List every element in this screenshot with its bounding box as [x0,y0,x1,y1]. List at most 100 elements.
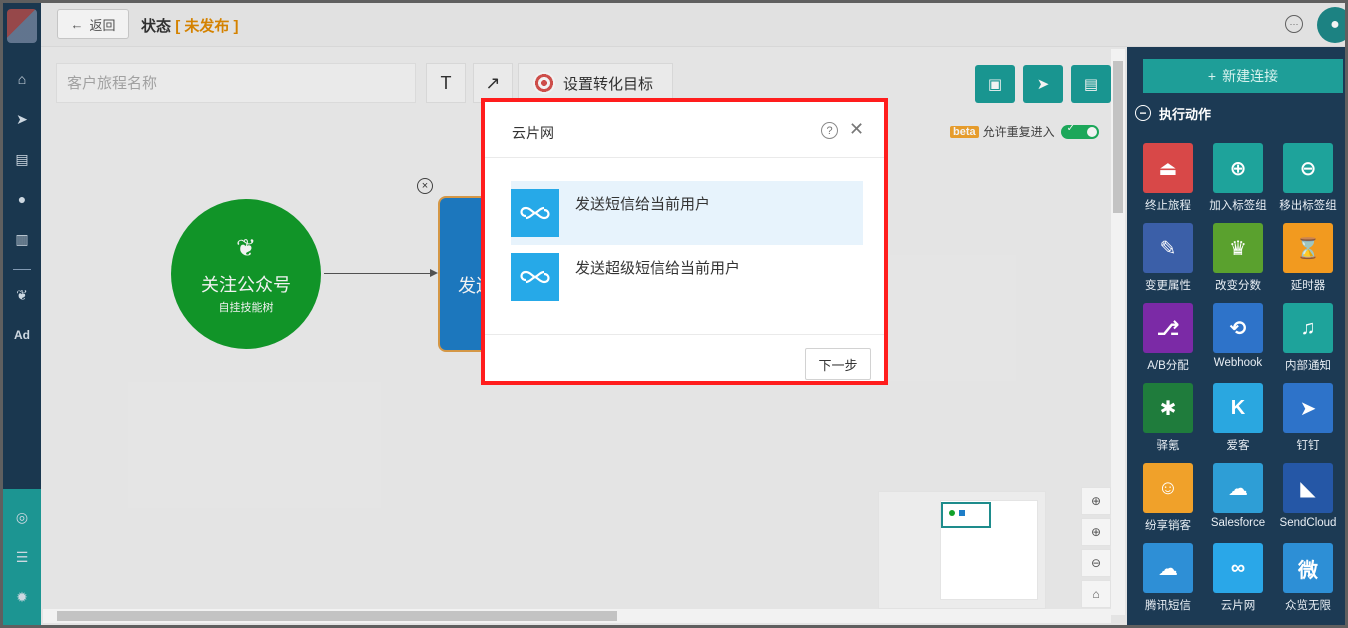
user-add-icon: ⊕ [1213,143,1263,193]
sendcloud-icon: ◣ [1283,463,1333,513]
new-connection-button[interactable]: + 新建连接 [1143,59,1343,93]
zoom-in-icon[interactable]: ⊕ [1081,518,1111,546]
action-tile[interactable]: ☺ 纷享销客 [1133,463,1203,543]
modal-header: 云片网 ? ✕ [485,102,884,158]
action-tile[interactable]: ♛ 改变分数 [1203,223,1273,303]
scroll-thumb[interactable] [1113,61,1123,213]
close-icon[interactable]: ✕ [849,119,864,140]
minimap-viewport[interactable] [941,502,991,528]
home-icon[interactable]: ⌂ [3,67,41,91]
action-label: 变更属性 [1145,280,1191,292]
action-label: 腾讯短信 [1145,600,1191,612]
locate-icon[interactable]: ⊕ [1081,487,1111,515]
back-button[interactable]: ← 返回 [57,9,129,39]
help-icon[interactable]: ? [821,122,838,139]
node-subtitle: 自挂技能树 [218,301,274,314]
action-label: 纷享销客 [1145,520,1191,532]
user-remove-icon: ⊖ [1283,143,1333,193]
journey-name-input[interactable] [56,63,416,103]
eject-icon: ⏏ [1143,143,1193,193]
trophy-icon: ♛ [1213,223,1263,273]
ad-nav-item[interactable]: Ad [3,323,41,347]
user-icon[interactable]: ● [3,187,41,211]
dingtalk-icon: ➤ [1283,383,1333,433]
action-label: 终止旅程 [1145,200,1191,212]
action-tile[interactable]: ⟲ Webhook [1203,303,1273,383]
option-send-sms[interactable]: 发送短信给当前用户 [511,181,863,245]
wechat-icon[interactable]: ❦ [3,283,41,307]
action-tile[interactable]: ◣ SendCloud [1273,463,1343,543]
fit-icon[interactable]: ⌂ [1081,580,1111,608]
action-label: SendCloud [1279,517,1337,529]
action-label: 延时器 [1290,280,1326,292]
chart-icon[interactable]: ▥ [3,227,41,251]
arrow-tool-button[interactable]: ↗ [473,63,513,103]
page-title-text: 状态 [141,18,172,35]
avatar[interactable]: ● [1317,7,1345,43]
text-tool-button[interactable]: T [426,63,466,103]
action-tile[interactable]: ☁ 腾讯短信 [1133,543,1203,623]
app-window: ⌂ ➤ ▤ ● ▥ ❦ Ad ◎ ☰ ✹ ← 返回 状态 [ 未发布 ] ···… [3,3,1345,625]
top-bar: ← 返回 状态 [ 未发布 ] ··· ● [41,3,1345,47]
status-badge: [ 未发布 ] [175,18,239,35]
yunpian-icon [511,253,559,301]
next-step-button[interactable]: 下一步 [805,348,871,380]
yunpian-modal: 云片网 ? ✕ 发送短信给当前用户 发送超级短信给当前用户 下一步 [481,98,888,385]
action-tile[interactable]: ➤ 钉钉 [1273,383,1343,463]
beta-badge: beta [950,125,979,138]
send-icon[interactable]: ➤ [3,107,41,131]
action-tile[interactable]: 微众览无限 [1273,543,1343,623]
minimap[interactable] [878,491,1046,609]
action-label: 钉钉 [1296,440,1320,452]
action-tile[interactable]: ☁ Salesforce [1203,463,1273,543]
layout-icon[interactable]: ▤ [3,147,41,171]
hourglass-icon: ⌛ [1283,223,1333,273]
sidebar-bottom-group: ◎ ☰ ✹ [3,489,41,625]
publish-button[interactable]: ➤ [1023,65,1063,103]
action-tile[interactable]: ∞ 云片网 [1203,543,1273,623]
action-tile[interactable]: ⊕ 加入标签组 [1203,143,1273,223]
edit-icon: ✎ [1143,223,1193,273]
flow-node-follow[interactable]: ❦ 关注公众号 自挂技能树 [171,199,321,349]
ab-split-icon: ⎇ [1143,303,1193,353]
settings-icon[interactable]: ✹ [3,585,41,609]
action-label: Salesforce [1210,517,1266,529]
action-tile[interactable]: ⎇ A/B分配 [1133,303,1203,383]
action-tile[interactable]: K 爱客 [1203,383,1273,463]
right-panel: + 新建连接 − 执行动作 ⏏ 终止旅程 ⊕ 加入标签组 ⊖ 移出标签组 ✎ 变更属性 ♛ 改变分… [1127,47,1345,625]
target-icon[interactable]: ◎ [3,505,41,529]
action-tile[interactable]: ♫ 内部通知 [1273,303,1343,383]
action-tile[interactable]: ✱ 驿氪 [1133,383,1203,463]
sidebar-divider [13,269,31,270]
plus-icon: + [1207,68,1217,84]
remove-node-icon[interactable]: × [417,178,433,194]
horizontal-scrollbar[interactable] [43,609,1111,623]
action-tile[interactable]: ⏏ 终止旅程 [1133,143,1203,223]
action-tile[interactable]: ⊖ 移出标签组 [1273,143,1343,223]
action-label: A/B分配 [1147,360,1189,372]
action-label: 爱客 [1226,440,1250,452]
app-logo [7,9,37,43]
target-icon [533,72,555,94]
server-icon[interactable]: ☰ [3,545,41,569]
salesforce-icon: ☁ [1213,463,1263,513]
wechat-icon: ❦ [235,234,257,262]
option-label: 发送短信给当前用户 [575,196,711,213]
layout-button[interactable]: ▤ [1071,65,1111,103]
zoom-out-icon[interactable]: ⊖ [1081,549,1111,577]
chat-icon[interactable]: ··· [1285,15,1303,33]
option-send-super-sms[interactable]: 发送超级短信给当前用户 [511,245,863,309]
actions-section-header[interactable]: − 执行动作 [1135,101,1345,125]
layout-icon: ▤ [1083,76,1099,93]
set-goal-button[interactable]: 设置转化目标 [518,63,673,103]
repeat-entry-toggle[interactable]: ✓ [1060,123,1099,139]
action-tile[interactable]: ⌛ 延时器 [1273,223,1343,303]
save-icon: ▣ [987,76,1003,93]
vertical-scrollbar[interactable] [1111,49,1125,615]
back-arrow-icon: ← [70,16,84,32]
save-button[interactable]: ▣ [975,65,1015,103]
scroll-thumb[interactable] [57,611,617,621]
action-tile[interactable]: ✎ 变更属性 [1133,223,1203,303]
bell-icon: ♫ [1283,303,1333,353]
fxiaoke-icon: ☺ [1143,463,1193,513]
